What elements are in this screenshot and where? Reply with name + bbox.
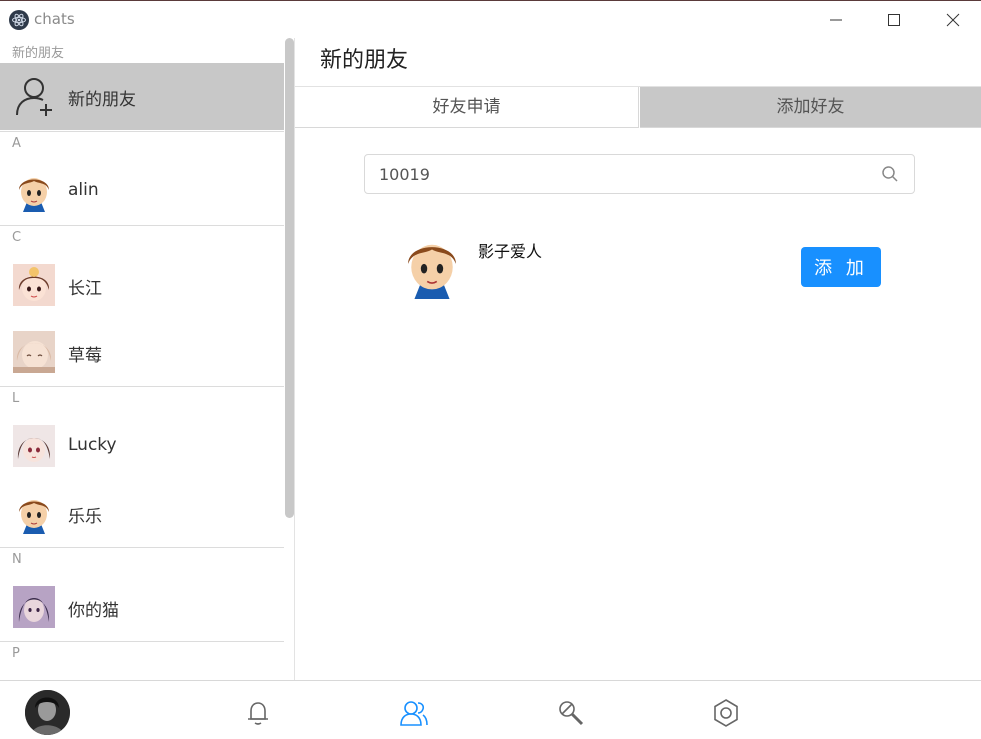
contact-name: 新的朋友 bbox=[68, 90, 136, 110]
maximize-icon bbox=[888, 14, 900, 26]
tab-add-friend[interactable]: 添加好友 bbox=[640, 87, 981, 128]
contact-name: Lucky bbox=[68, 435, 117, 455]
avatar bbox=[13, 492, 55, 534]
bell-icon[interactable] bbox=[243, 698, 273, 728]
divider bbox=[0, 131, 284, 132]
contact-item-lele[interactable]: 乐乐 bbox=[0, 480, 284, 547]
contact-item-alin[interactable]: alin bbox=[0, 158, 284, 225]
divider bbox=[0, 547, 284, 548]
group-header-c: C bbox=[12, 230, 22, 245]
avatar bbox=[13, 170, 55, 212]
page-title: 新的朋友 bbox=[320, 48, 409, 73]
contacts-scrollbar[interactable] bbox=[285, 38, 294, 518]
app-title: chats bbox=[34, 10, 75, 28]
avatar bbox=[13, 264, 55, 306]
search-input[interactable] bbox=[379, 163, 859, 185]
group-header-new-friends: 新的朋友 bbox=[12, 46, 65, 61]
bottom-nav bbox=[0, 680, 981, 739]
add-friend-button[interactable]: 添 加 bbox=[801, 247, 881, 287]
group-header-n: N bbox=[12, 552, 22, 567]
user-avatar[interactable] bbox=[25, 690, 70, 735]
contact-item-caomei[interactable]: 草莓 bbox=[0, 319, 284, 386]
minimize-button[interactable] bbox=[823, 7, 849, 33]
contacts-panel: 新的朋友 新的朋友 A alin C 长江 草莓 L Lucky 乐乐 N 你的… bbox=[0, 38, 295, 680]
contact-name: 乐乐 bbox=[68, 507, 102, 527]
divider bbox=[0, 386, 284, 387]
contact-name: 草莓 bbox=[68, 346, 102, 366]
tools-icon[interactable] bbox=[556, 698, 586, 728]
contact-name: alin bbox=[68, 180, 99, 200]
minimize-icon bbox=[830, 19, 842, 21]
contact-item-nidemao[interactable]: 你的猫 bbox=[0, 574, 284, 641]
avatar bbox=[13, 331, 55, 373]
close-icon bbox=[946, 13, 960, 27]
search-box bbox=[364, 154, 915, 194]
close-button[interactable] bbox=[940, 7, 966, 33]
app-logo-icon bbox=[9, 10, 29, 30]
title-bar: chats bbox=[0, 0, 981, 38]
contact-name: 长江 bbox=[68, 279, 102, 299]
tab-friend-requests[interactable]: 好友申请 bbox=[295, 87, 639, 128]
group-header-l: L bbox=[12, 391, 20, 406]
avatar bbox=[13, 425, 55, 467]
divider bbox=[0, 641, 284, 642]
contact-name: 你的猫 bbox=[68, 601, 119, 621]
group-header-p: P bbox=[12, 646, 20, 661]
add-user-icon bbox=[16, 78, 52, 116]
avatar bbox=[13, 586, 55, 628]
contacts-icon[interactable] bbox=[399, 698, 429, 728]
search-icon[interactable] bbox=[881, 165, 899, 183]
contact-item-lucky[interactable]: Lucky bbox=[0, 413, 284, 480]
result-avatar bbox=[398, 232, 466, 299]
settings-icon[interactable] bbox=[711, 698, 741, 728]
divider bbox=[0, 225, 284, 226]
contact-item-new-friends[interactable]: 新的朋友 bbox=[0, 63, 284, 130]
maximize-button[interactable] bbox=[881, 7, 907, 33]
result-name: 影子爱人 bbox=[478, 242, 543, 261]
group-header-a: A bbox=[12, 136, 21, 151]
contact-item-changjiang[interactable]: 长江 bbox=[0, 252, 284, 319]
